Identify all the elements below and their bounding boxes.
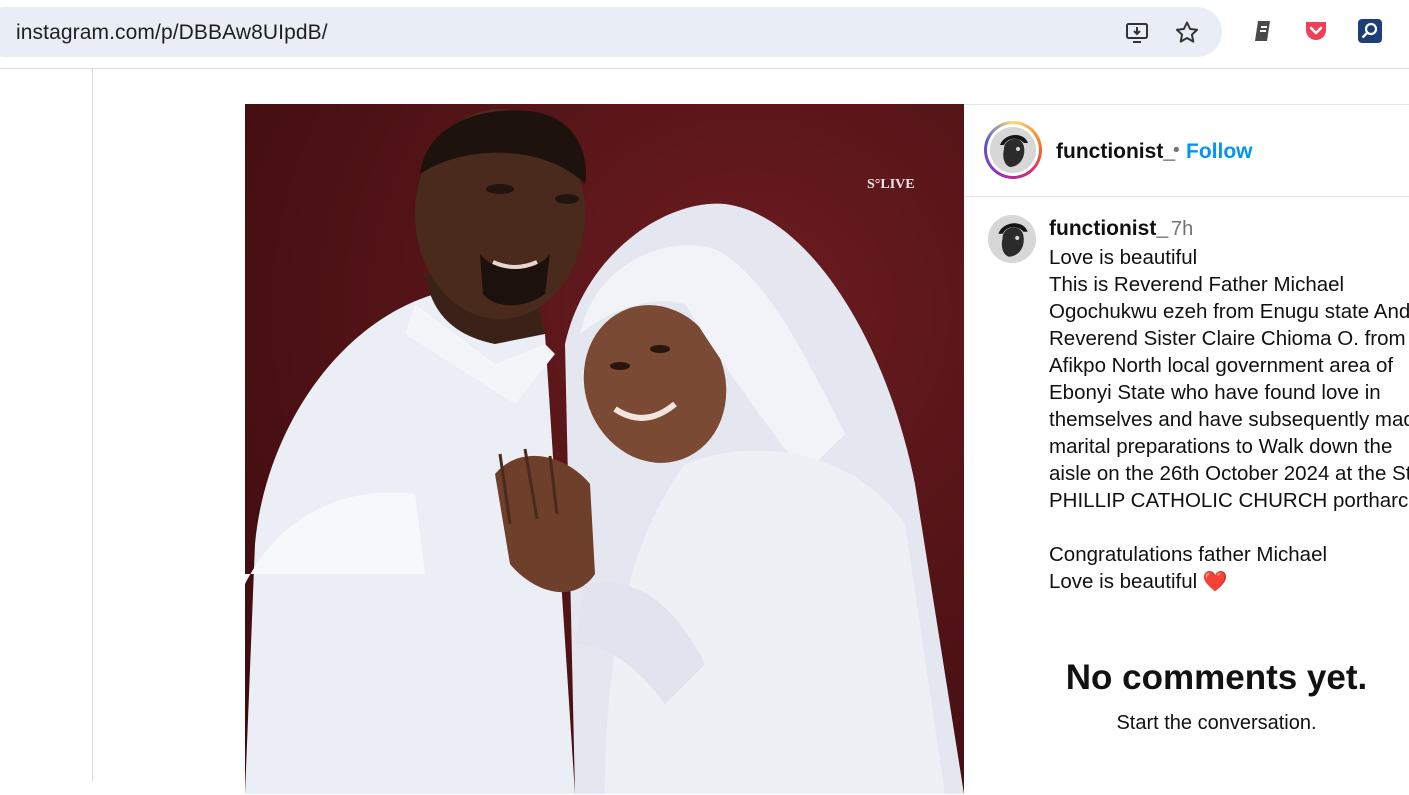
caption-line: PHILLIP CATHOLIC CHURCH portharcourt [1049,489,1409,512]
post-sidebar: functionist_ • Follow functionist_ 7h Lo… [964,104,1409,795]
caption-line: Ebonyi State who have found love in [1049,381,1381,404]
caption-line: Reverend Sister Claire Chioma O. from [1049,327,1406,350]
start-conversation-text: Start the conversation. [1116,712,1317,734]
caption-line: Congratulations father Michael [1049,543,1328,566]
avatar [990,127,1036,173]
browser-toolbar: instagram.com/p/DBBAw8UIpdB/ [0,0,1409,69]
user-avatar-icon [988,215,1036,263]
caption-text: Love is beautiful This is Reverend Fathe… [1049,244,1409,596]
post-header: functionist_ • Follow [964,105,1409,197]
bookmark-star-icon[interactable] [1174,20,1200,46]
caption-timestamp[interactable]: 7h [1171,218,1193,241]
caption-line: This is Reverend Father Michael [1049,273,1345,296]
caption-line: aisle on the 26th October 2024 at the St [1049,462,1409,485]
sidebar-divider [92,69,93,782]
search-extension-icon[interactable] [1357,18,1383,44]
install-app-icon[interactable] [1125,20,1151,46]
caption-line: Ogochukwu ezeh from Enugu state And [1049,300,1409,323]
caption-line: Afikpo North local government area of [1049,354,1394,377]
caption-line: marital preparations to Walk down the [1049,435,1393,458]
extension-script-icon[interactable] [1250,18,1276,44]
no-comments-title: No comments yet. [1065,658,1368,697]
story-ring-avatar[interactable] [984,121,1042,179]
pocket-icon[interactable] [1303,18,1329,44]
caption-avatar[interactable] [988,215,1036,263]
caption-line: Love is beautiful [1049,570,1198,593]
follow-button[interactable]: Follow [1186,140,1253,164]
header-username[interactable]: functionist_ [1056,140,1175,164]
heart-emoji-icon: ❤️ [1202,571,1228,593]
address-bar[interactable]: instagram.com/p/DBBAw8UIpdB/ [0,7,1222,57]
caption-line: themselves and have subsequently made [1049,408,1409,431]
user-avatar-icon [990,127,1036,173]
caption-username[interactable]: functionist_ [1049,217,1168,241]
caption-line: Love is beautiful [1049,246,1198,269]
url-text[interactable]: instagram.com/p/DBBAw8UIpdB/ [16,21,328,45]
header-separator: • [1173,140,1180,161]
post-image[interactable]: S°LIVE [245,104,964,794]
post-photo-illustration: S°LIVE [245,104,964,794]
photo-watermark: S°LIVE [867,177,915,192]
